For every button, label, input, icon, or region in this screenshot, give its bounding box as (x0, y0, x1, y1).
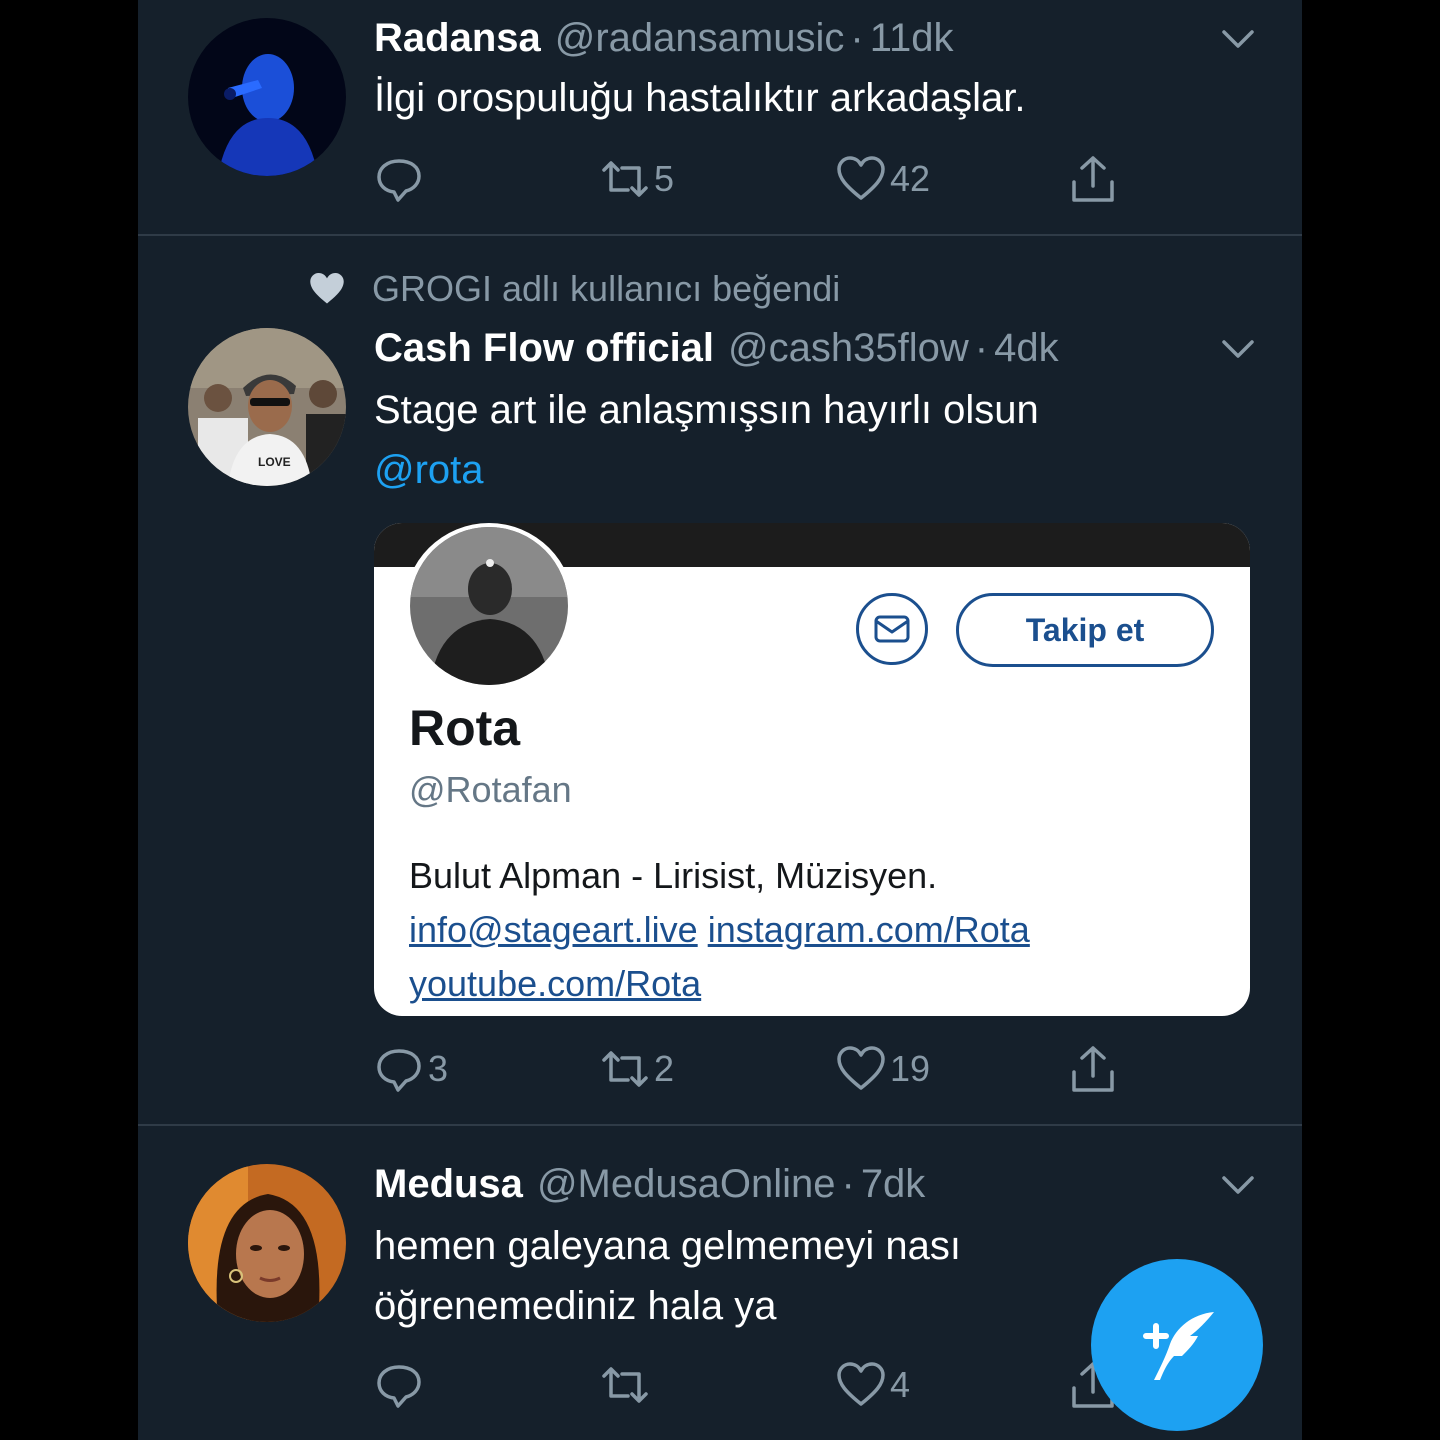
compose-tweet-icon (1143, 1312, 1214, 1380)
tweet-text-line: hemen galeyana gelmemeyi nası (374, 1224, 962, 1268)
tweet-text-line: öğrenemediniz hala ya (374, 1284, 777, 1328)
like-button[interactable]: 4 (836, 1360, 910, 1410)
tweet-header: Medusa @MedusaOnline · 7dk (374, 1160, 925, 1208)
timeline: Radansa @radansamusic · 11dk İlgi orospuluğ… (138, 0, 1302, 1440)
separator: · (841, 1162, 855, 1206)
retweet-button[interactable] (600, 1360, 654, 1410)
compose-tweet-button[interactable] (1091, 1259, 1263, 1431)
retweet-icon (602, 1367, 648, 1403)
timestamp[interactable]: 7dk (861, 1162, 926, 1206)
like-count: 4 (890, 1364, 911, 1405)
chevron-down-icon[interactable] (1218, 1164, 1258, 1204)
tweet-medusa[interactable]: Medusa @MedusaOnline · 7dk hemen galeyana g… (138, 0, 1302, 1440)
tweet-text: hemen galeyana gelmemeyi nası öğrenemedi… (374, 1216, 961, 1336)
heart-icon (837, 1362, 885, 1406)
reply-button[interactable] (374, 1360, 428, 1410)
avatar-medusa[interactable] (188, 1164, 346, 1322)
handle[interactable]: @MedusaOnline (537, 1162, 836, 1206)
display-name[interactable]: Medusa (374, 1162, 523, 1206)
reply-icon (377, 1365, 421, 1408)
